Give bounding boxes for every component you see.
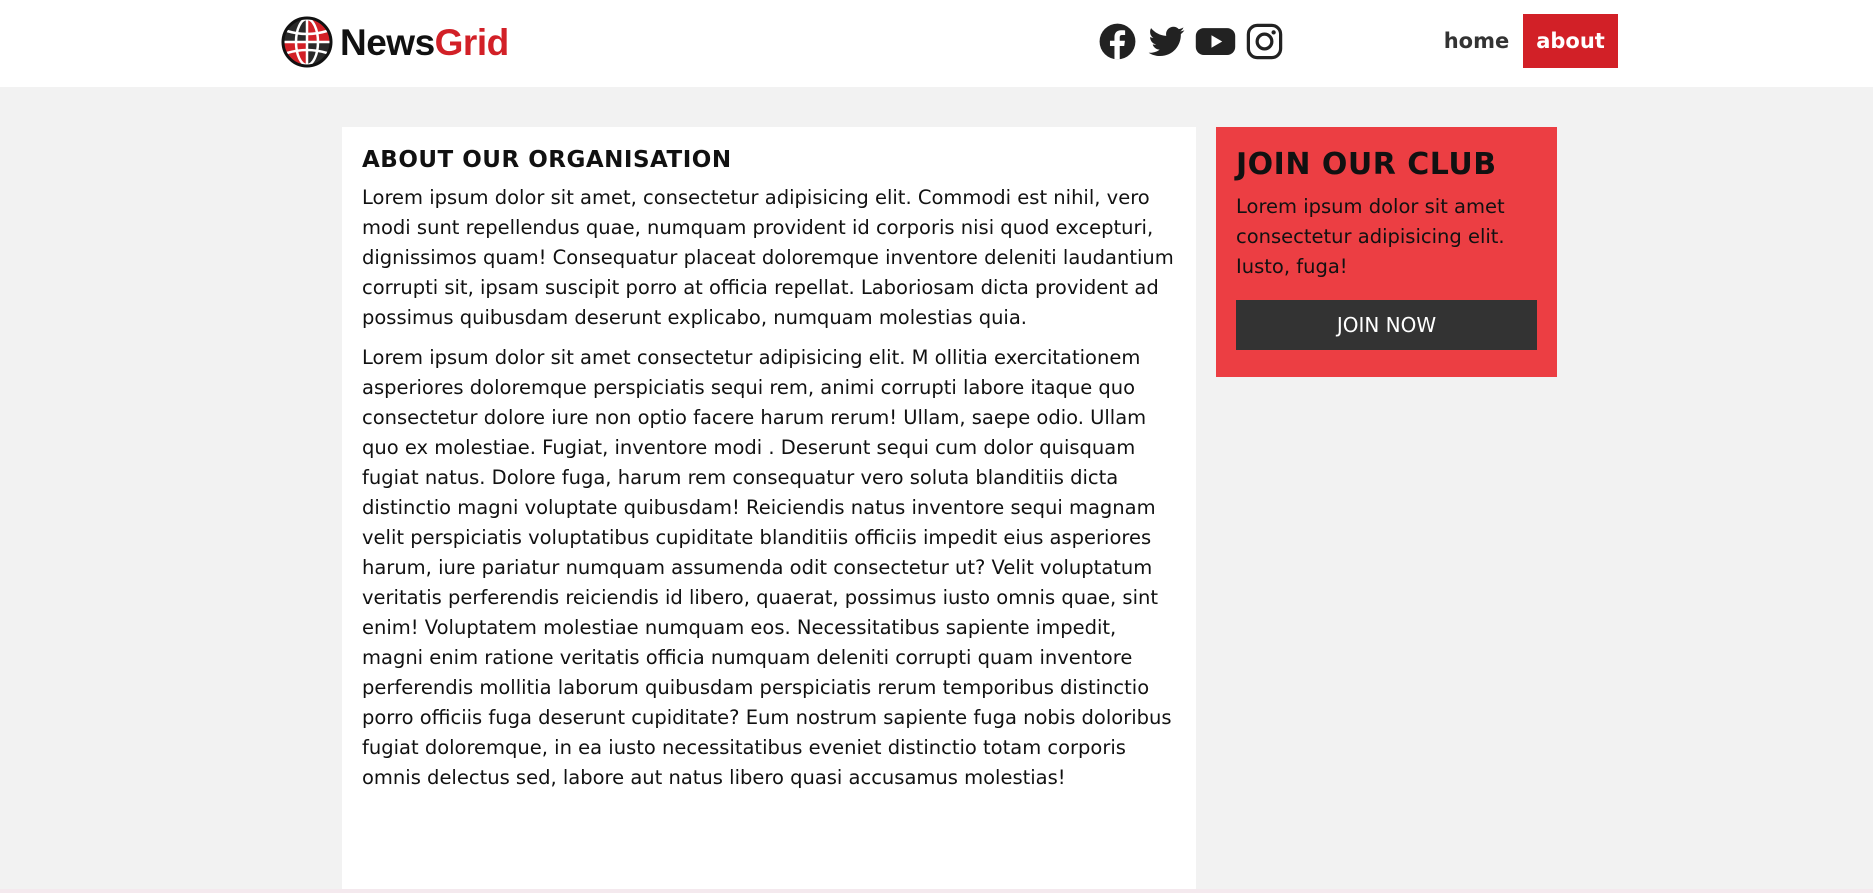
about-paragraph-1: Lorem ipsum dolor sit amet, consectetur … <box>362 186 1174 329</box>
brand-logo[interactable]: NewsGrid <box>280 14 509 70</box>
club-text: Lorem ipsum dolor sit amet consectetur a… <box>1236 195 1505 278</box>
about-section: ABOUT OUR ORGANISATION Lorem ipsum dolor… <box>342 127 1196 893</box>
brand-name-grid: Grid <box>434 21 510 63</box>
join-now-button[interactable]: JOIN NOW <box>1236 300 1537 350</box>
instagram-icon <box>1246 23 1283 60</box>
facebook-icon <box>1099 23 1136 60</box>
twitter-icon <box>1148 26 1185 57</box>
footer-edge <box>0 889 1873 893</box>
nav-home-link[interactable]: home <box>1430 14 1523 68</box>
brand-name: NewsGrid <box>340 24 509 61</box>
about-paragraph-2: Lorem ipsum dolor sit amet consectetur a… <box>362 346 1172 789</box>
youtube-link[interactable] <box>1194 20 1237 63</box>
youtube-icon <box>1195 28 1236 55</box>
instagram-link[interactable] <box>1243 20 1286 63</box>
social-links <box>1096 20 1286 63</box>
join-club-panel: JOIN OUR CLUB Lorem ipsum dolor sit amet… <box>1216 127 1557 377</box>
main-nav: home about <box>1430 14 1618 68</box>
nav-about-link[interactable]: about <box>1523 14 1618 68</box>
top-header: NewsGrid home about <box>0 0 1873 87</box>
globe-icon <box>281 16 333 68</box>
facebook-link[interactable] <box>1096 20 1139 63</box>
brand-name-news: News <box>340 21 435 63</box>
twitter-link[interactable] <box>1145 20 1188 63</box>
club-title: JOIN OUR CLUB <box>1236 147 1497 182</box>
about-title: ABOUT OUR ORGANISATION <box>362 147 732 173</box>
